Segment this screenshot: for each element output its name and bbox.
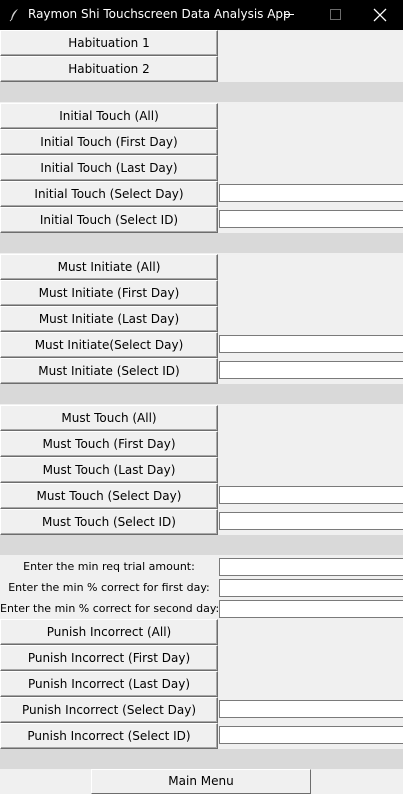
must-touch-select-day-button[interactable]: Must Touch (Select Day) <box>0 483 218 509</box>
must-touch-select-day-input[interactable] <box>219 486 403 504</box>
min-pct-first-day-input[interactable] <box>219 579 403 597</box>
minimize-icon[interactable] <box>266 0 312 30</box>
must-initiate-select-id-input[interactable] <box>219 361 403 379</box>
section-divider <box>0 749 403 769</box>
window-title: Raymon Shi Touchscreen Data Analysis App <box>28 7 291 21</box>
feather-icon <box>8 8 20 22</box>
min-pct-second-day-label: Enter the min % correct for second day: <box>0 602 220 615</box>
min-trials-input[interactable] <box>219 558 403 576</box>
min-pct-second-day-input[interactable] <box>219 600 403 618</box>
initial-touch-select-day-button[interactable]: Initial Touch (Select Day) <box>0 181 218 207</box>
habituation-1-button[interactable]: Habituation 1 <box>0 30 218 56</box>
must-initiate-select-id-button[interactable]: Must Initiate (Select ID) <box>0 358 218 384</box>
punish-incorrect-select-id-button[interactable]: Punish Incorrect (Select ID) <box>0 723 218 749</box>
must-touch-select-id-button[interactable]: Must Touch (Select ID) <box>0 509 218 535</box>
punish-incorrect-last-day-button[interactable]: Punish Incorrect (Last Day) <box>0 671 218 697</box>
punish-incorrect-first-day-button[interactable]: Punish Incorrect (First Day) <box>0 645 218 671</box>
must-touch-select-id-input[interactable] <box>219 512 403 530</box>
initial-touch-all-button[interactable]: Initial Touch (All) <box>0 103 218 129</box>
section-divider <box>0 535 403 555</box>
must-initiate-select-day-input[interactable] <box>219 335 403 353</box>
initial-touch-select-id-button[interactable]: Initial Touch (Select ID) <box>0 207 218 233</box>
habituation-2-button[interactable]: Habituation 2 <box>0 56 218 82</box>
initial-touch-select-day-input[interactable] <box>219 184 403 202</box>
section-divider <box>0 233 403 253</box>
punish-incorrect-select-day-input[interactable] <box>219 700 403 718</box>
punish-incorrect-select-day-button[interactable]: Punish Incorrect (Select Day) <box>0 697 218 723</box>
section-divider <box>0 384 403 404</box>
min-pct-first-day-label: Enter the min % correct for first day: <box>8 581 210 594</box>
must-touch-first-day-button[interactable]: Must Touch (First Day) <box>0 431 218 457</box>
title-bar: Raymon Shi Touchscreen Data Analysis App <box>0 0 403 30</box>
initial-touch-select-id-input[interactable] <box>219 210 403 228</box>
must-initiate-first-day-button[interactable]: Must Initiate (First Day) <box>0 280 218 306</box>
punish-incorrect-all-button[interactable]: Punish Incorrect (All) <box>0 619 218 645</box>
initial-touch-first-day-button[interactable]: Initial Touch (First Day) <box>0 129 218 155</box>
section-divider <box>0 82 403 102</box>
must-touch-all-button[interactable]: Must Touch (All) <box>0 405 218 431</box>
close-icon[interactable] <box>357 0 403 30</box>
must-initiate-all-button[interactable]: Must Initiate (All) <box>0 254 218 280</box>
main-menu-button[interactable]: Main Menu <box>91 769 311 794</box>
initial-touch-last-day-button[interactable]: Initial Touch (Last Day) <box>0 155 218 181</box>
must-touch-last-day-button[interactable]: Must Touch (Last Day) <box>0 457 218 483</box>
must-initiate-select-day-button[interactable]: Must Initiate(Select Day) <box>0 332 218 358</box>
must-initiate-last-day-button[interactable]: Must Initiate (Last Day) <box>0 306 218 332</box>
punish-incorrect-select-id-input[interactable] <box>219 726 403 744</box>
maximize-icon[interactable] <box>312 0 358 30</box>
min-trials-label: Enter the min req trial amount: <box>23 560 195 573</box>
